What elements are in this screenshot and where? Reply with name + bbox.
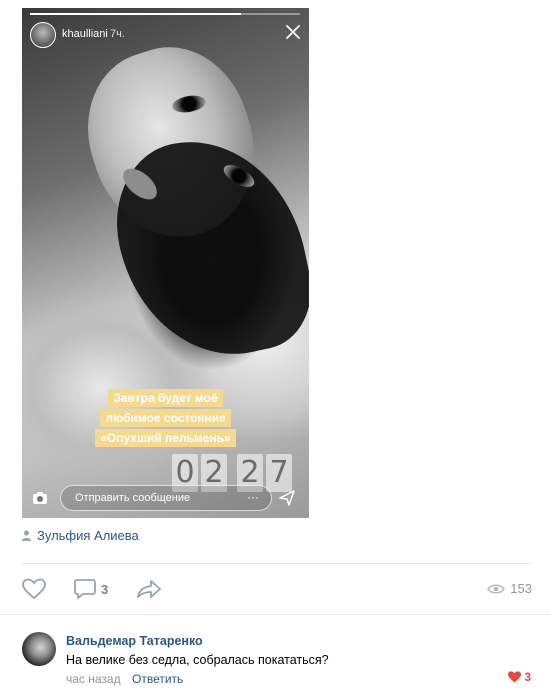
story-caption-line: любимое состояние [100,409,231,427]
views-count: 153 [510,581,532,596]
comment-author-name[interactable]: Вальдемар Татаренко [66,634,203,648]
comment-text: На велике без седла, собралась покататьс… [66,653,329,667]
story-caption-line: Завтра будет моё [108,389,223,407]
comment-reply-button[interactable]: Ответить [132,672,183,686]
comment-time[interactable]: час назад [66,672,121,686]
post-actions: 3 153 [22,574,532,604]
comments-count: 3 [101,581,109,597]
divider [22,563,532,564]
like-button[interactable] [22,578,46,600]
heart-filled-icon [508,671,522,683]
comment-like-button[interactable]: 3 [508,670,531,684]
story-progress-fill [30,13,241,15]
camera-icon[interactable] [32,490,48,506]
post-author[interactable]: Зульфия Алиева [22,528,139,543]
story-progress-bar [30,13,300,15]
story-caption: Завтра будет моё любимое состояние «Опух… [22,388,309,448]
story-username[interactable]: khaulliani [62,28,108,40]
share-button[interactable] [136,578,162,600]
story-caption-line: «Опухший пельмень» [95,429,236,447]
story-reply-bar: Отправить сообщение ··· [22,483,309,513]
story-author-avatar[interactable] [30,22,56,48]
divider [0,614,551,615]
story-time-ago: 7ч. [110,28,125,40]
eye-icon [487,584,506,593]
story-message-input[interactable]: Отправить сообщение ··· [60,485,272,511]
story-message-placeholder: Отправить сообщение [75,492,191,504]
views-counter: 153 [487,581,532,596]
post-author-name[interactable]: Зульфия Алиева [37,528,139,543]
heart-icon [22,578,46,600]
user-icon [22,530,31,541]
more-options-icon[interactable]: ··· [247,485,259,509]
comment-author-avatar[interactable] [22,632,56,666]
share-icon [137,580,161,598]
comment-likes-count: 3 [524,670,531,684]
comment-icon [74,579,96,599]
close-icon[interactable] [283,22,303,42]
send-icon[interactable] [278,489,296,507]
story-card[interactable]: khaulliani 7ч. Завтра будет моё любимое … [22,8,309,518]
comment-button[interactable]: 3 [74,578,108,600]
